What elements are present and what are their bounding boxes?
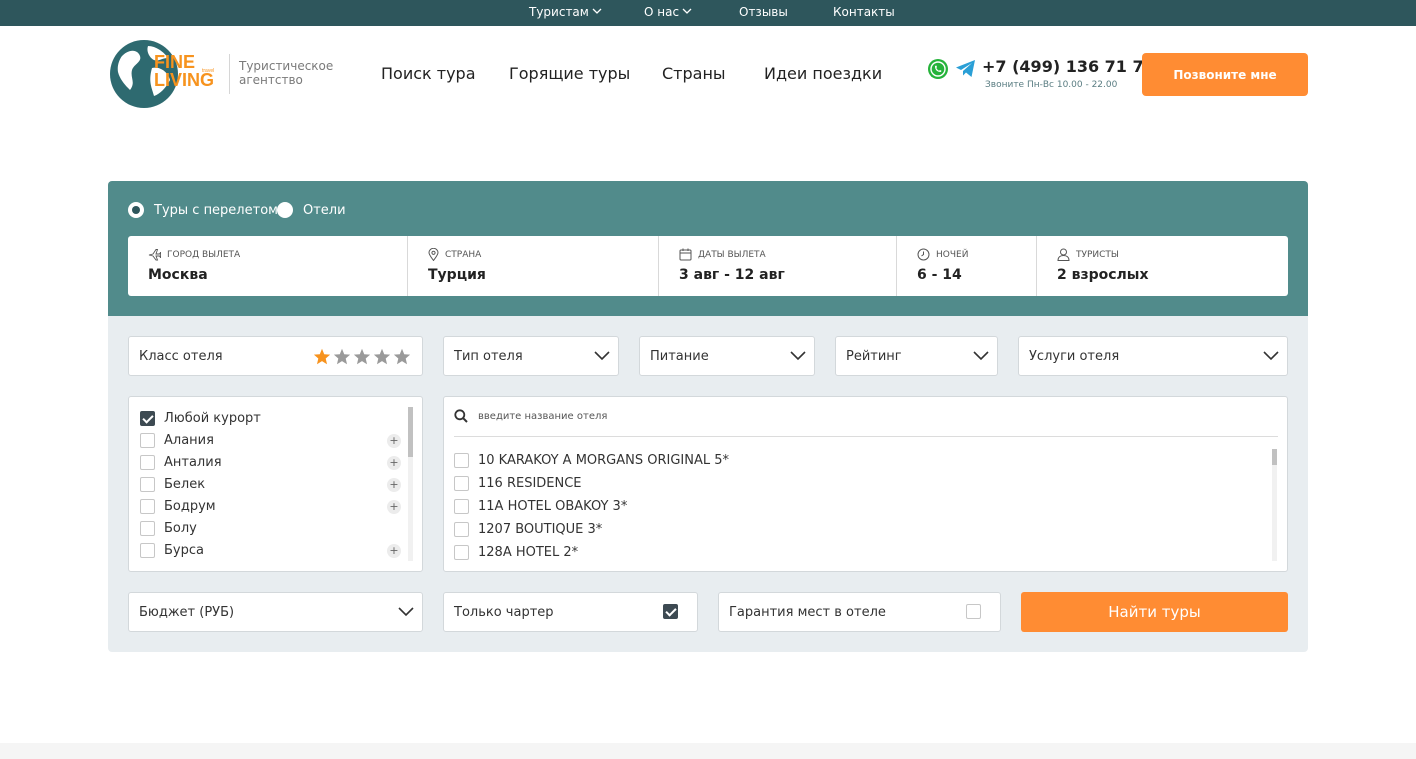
checkbox[interactable] (140, 477, 155, 492)
checkbox[interactable] (140, 455, 155, 470)
checkbox[interactable] (454, 476, 469, 491)
rating-select[interactable]: Рейтинг (835, 336, 998, 376)
budget-select[interactable]: Бюджет (РУБ) (128, 592, 423, 632)
resort-item[interactable]: Любой курорт (140, 411, 261, 426)
star-empty-icon[interactable] (333, 348, 351, 365)
location-pin-icon (428, 248, 439, 261)
hotel-item[interactable]: 128A HOTEL 2* (454, 545, 578, 560)
topnav-item-tourists[interactable]: Туристам (529, 5, 602, 19)
resort-list: Любой курорт Алания Анталия Белек Бодрум… (128, 396, 423, 572)
logo-divider (229, 54, 230, 94)
topnav-item-reviews[interactable]: Отзывы (739, 5, 788, 19)
hotel-search-input[interactable]: введите название отеля (478, 411, 607, 422)
svg-text:FINE: FINE (154, 52, 195, 72)
phone-number[interactable]: +7 (499) 136 71 71 (982, 57, 1155, 76)
hotel-search[interactable]: введите название отеля (454, 409, 607, 423)
chevron-down-icon (592, 8, 602, 14)
checkbox[interactable] (140, 543, 155, 558)
field-country[interactable]: СТРАНА Турция (408, 236, 659, 296)
scrollbar-thumb[interactable] (408, 407, 413, 457)
nav-tour-search[interactable]: Поиск тура (381, 64, 476, 83)
field-tourists[interactable]: ТУРИСТЫ 2 взрослых (1037, 236, 1288, 296)
chevron-down-icon (1263, 351, 1279, 361)
resort-item[interactable]: Бодрум (140, 499, 216, 514)
search-icon (454, 409, 468, 423)
checkbox[interactable] (140, 433, 155, 448)
find-tours-button[interactable]: Найти туры (1021, 592, 1288, 632)
scrollbar[interactable] (408, 407, 413, 561)
whatsapp-icon[interactable] (927, 58, 949, 80)
hotel-item[interactable]: 1207 BOUTIQUE 3* (454, 522, 602, 537)
divider (454, 436, 1278, 437)
checkbox-checked[interactable] (663, 604, 678, 619)
radio-selected-icon (128, 202, 144, 218)
scrollbar-thumb[interactable] (1272, 449, 1277, 465)
hotel-class-filter[interactable]: Класс отеля (128, 336, 423, 376)
field-nights[interactable]: НОЧЕЙ 6 - 14 (897, 236, 1037, 296)
expand-plus-icon[interactable]: + (387, 478, 401, 492)
chevron-down-icon (790, 351, 806, 361)
nav-hot-tours[interactable]: Горящие туры (509, 64, 630, 83)
checkbox[interactable] (454, 499, 469, 514)
meal-select[interactable]: Питание (639, 336, 815, 376)
checkbox[interactable] (454, 453, 469, 468)
hotel-item[interactable]: 116 RESIDENCE (454, 476, 582, 491)
top-bar: Туристам О нас Отзывы Контакты (0, 0, 1416, 26)
checkbox[interactable] (140, 499, 155, 514)
star-empty-icon[interactable] (373, 348, 391, 365)
callback-button[interactable]: Позвоните мне (1142, 53, 1308, 96)
mode-hotels[interactable]: Отели (277, 202, 346, 218)
resort-item[interactable]: Алания (140, 433, 214, 448)
mode-tours-with-flight[interactable]: Туры с перелетом (128, 202, 278, 218)
logo[interactable]: FINE LIVING travel (108, 38, 223, 110)
expand-plus-icon[interactable]: + (387, 456, 401, 470)
guarantee-toggle[interactable]: Гарантия мест в отеле (718, 592, 1001, 632)
expand-plus-icon[interactable]: + (387, 500, 401, 514)
hotel-item[interactable]: 10 KARAKOY A MORGANS ORIGINAL 5* (454, 453, 729, 468)
field-departure-dates[interactable]: ДАТЫ ВЫЛЕТА 3 авг - 12 авг (659, 236, 897, 296)
resort-item[interactable]: Анталия (140, 455, 222, 470)
user-icon (1057, 248, 1070, 261)
star-rating (313, 348, 411, 365)
checkbox-checked[interactable] (140, 411, 155, 426)
checkbox[interactable] (140, 521, 155, 536)
expand-plus-icon[interactable]: + (387, 434, 401, 448)
nav-trip-ideas[interactable]: Идеи поездки (764, 64, 882, 83)
star-empty-icon[interactable] (353, 348, 371, 365)
star-empty-icon[interactable] (393, 348, 411, 365)
topnav-item-about[interactable]: О нас (644, 5, 692, 19)
logo-tagline: Туристическое агентство (239, 59, 334, 87)
chevron-down-icon (398, 607, 414, 617)
star-filled-icon[interactable] (313, 348, 331, 365)
clock-icon (917, 248, 930, 261)
expand-plus-icon[interactable]: + (387, 544, 401, 558)
chevron-down-icon (682, 8, 692, 14)
globe-logo-icon: FINE LIVING travel (110, 40, 214, 108)
checkbox[interactable] (454, 522, 469, 537)
resort-item[interactable]: Бурса (140, 543, 204, 558)
hotel-type-select[interactable]: Тип отеля (443, 336, 619, 376)
calendar-icon (679, 248, 692, 261)
checkbox[interactable] (454, 545, 469, 560)
radio-unselected-icon (277, 202, 293, 218)
plane-icon (148, 249, 161, 261)
resort-item[interactable]: Болу (140, 521, 197, 536)
svg-text:travel: travel (202, 68, 214, 74)
resort-item[interactable]: Белек (140, 477, 205, 492)
chevron-down-icon (594, 351, 610, 361)
field-departure-city[interactable]: ГОРОД ВЫЛЕТА Москва (128, 236, 408, 296)
chevron-down-icon (973, 351, 989, 361)
scrollbar[interactable] (1272, 449, 1277, 561)
telegram-icon[interactable] (955, 59, 976, 78)
hotel-item[interactable]: 11A HOTEL OBAKOY 3* (454, 499, 627, 514)
search-fields: ГОРОД ВЫЛЕТА Москва СТРАНА Турция ДАТЫ В… (128, 236, 1288, 296)
phone-hours: Звоните Пн-Вс 10.00 - 22.00 (985, 80, 1118, 90)
hotel-services-select[interactable]: Услуги отеля (1018, 336, 1288, 376)
charter-only-toggle[interactable]: Только чартер (443, 592, 698, 632)
footer-strip (0, 743, 1416, 759)
topnav-item-contacts[interactable]: Контакты (833, 5, 895, 19)
nav-countries[interactable]: Страны (662, 64, 726, 83)
checkbox[interactable] (966, 604, 981, 619)
hotel-list: введите название отеля 10 KARAKOY A MORG… (443, 396, 1288, 572)
